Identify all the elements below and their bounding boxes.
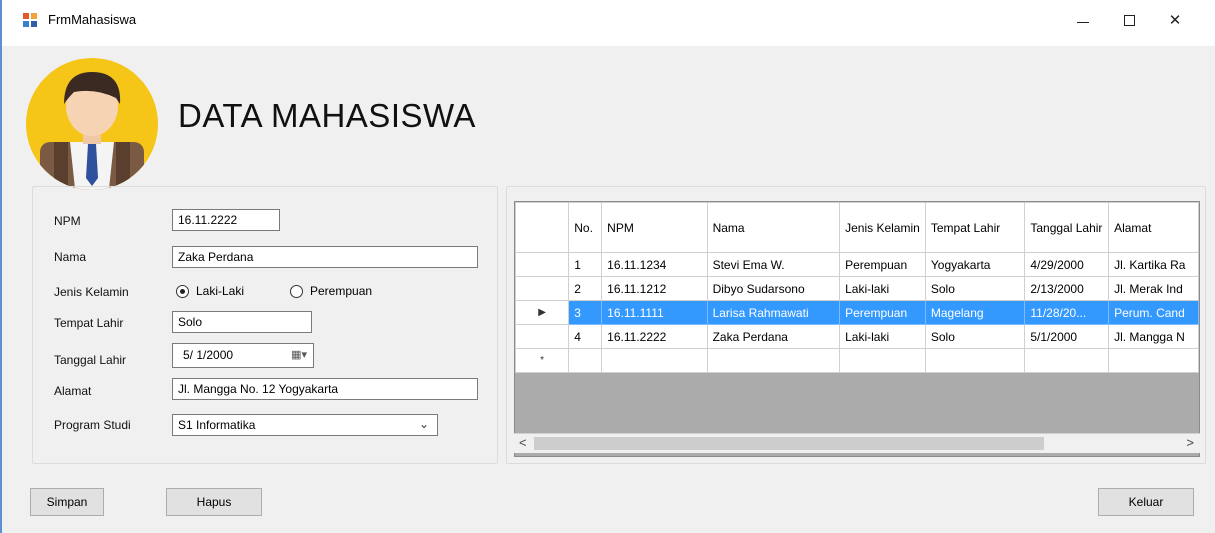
minimize-button[interactable] (1060, 0, 1106, 40)
cell-tanggal-lahir[interactable]: 2/13/2000 (1024, 276, 1110, 301)
title-bar[interactable]: FrmMahasiswa ✕ (2, 0, 1215, 46)
window-title: FrmMahasiswa (48, 12, 137, 27)
data-table: No. NPM Nama Jenis Kelamin Tempat Lahir … (515, 202, 1199, 373)
cell-npm[interactable]: 16.11.1111 (601, 300, 708, 325)
scroll-right-icon[interactable]: > (1186, 435, 1194, 450)
nama-label: Nama (54, 250, 87, 264)
radio-unchecked-icon (290, 284, 303, 298)
cell-npm[interactable] (601, 348, 708, 373)
hapus-button[interactable]: Hapus (166, 488, 262, 516)
keluar-button[interactable]: Keluar (1098, 488, 1194, 516)
radio-checked-icon (176, 284, 189, 298)
cell-jenis-kelamin[interactable]: Laki-laki (839, 324, 926, 349)
cell-no[interactable] (568, 348, 603, 373)
nama-input[interactable]: Zaka Perdana (172, 246, 478, 268)
cell-alamat[interactable]: Jl. Kartika Ra (1108, 252, 1199, 277)
row-marker[interactable] (515, 324, 570, 349)
tempat-lahir-label: Tempat Lahir (54, 316, 124, 330)
cell-tempat-lahir[interactable]: Solo (924, 276, 1026, 301)
row-marker[interactable] (515, 276, 570, 301)
maximize-button[interactable] (1106, 0, 1152, 40)
cell-tempat-lahir[interactable]: Solo (924, 324, 1026, 349)
radio-laki-laki-label: Laki-Laki (196, 284, 245, 298)
page-title: DATA MAHASISWA (178, 97, 476, 134)
scrollbar-thumb[interactable] (534, 437, 1044, 450)
cell-no[interactable]: 2 (568, 276, 603, 301)
table-header: No. NPM Nama Jenis Kelamin Tempat Lahir … (515, 202, 1199, 253)
col-header-npm[interactable]: NPM (601, 202, 708, 253)
radio-perempuan[interactable]: Perempuan (290, 284, 372, 298)
row-marker[interactable] (515, 252, 570, 277)
minimize-icon (1077, 21, 1089, 23)
close-icon: ✕ (1168, 12, 1182, 29)
cell-alamat[interactable]: Perum. Cand (1108, 300, 1199, 325)
col-header-jenis-kelamin[interactable]: Jenis Kelamin (839, 202, 926, 253)
cell-nama[interactable]: Dibyo Sudarsono (706, 276, 841, 301)
cell-alamat[interactable]: Jl. Merak Ind (1108, 276, 1199, 301)
tanggal-lahir-label: Tanggal Lahir (54, 353, 127, 367)
cell-tanggal-lahir[interactable]: 4/29/2000 (1024, 252, 1110, 277)
table-row[interactable]: 1 16.11.1234 Stevi Ema W. Perempuan Yogy… (515, 252, 1199, 277)
cell-tempat-lahir[interactable]: Yogyakarta (924, 252, 1026, 277)
col-header-nama[interactable]: Nama (706, 202, 841, 253)
tempat-lahir-input[interactable]: Solo (172, 311, 312, 333)
cell-npm[interactable]: 16.11.2222 (601, 324, 708, 349)
cell-npm[interactable]: 16.11.1234 (601, 252, 708, 277)
cell-no[interactable]: 4 (568, 324, 603, 349)
current-row-arrow-icon[interactable]: ▶ (515, 300, 570, 325)
calendar-dropdown-icon[interactable]: ▦▾ (291, 348, 307, 361)
cell-tanggal-lahir[interactable] (1024, 348, 1110, 373)
close-button[interactable]: ✕ (1152, 0, 1198, 40)
new-row[interactable]: * (515, 348, 1199, 373)
program-studi-value: S1 Informatika (178, 418, 256, 432)
table-row[interactable]: 2 16.11.1212 Dibyo Sudarsono Laki-laki S… (515, 276, 1199, 301)
cell-jenis-kelamin[interactable]: Laki-laki (839, 276, 926, 301)
alamat-input[interactable]: Jl. Mangga No. 12 Yogyakarta (172, 378, 478, 400)
jenis-kelamin-label: Jenis Kelamin (54, 285, 129, 299)
radio-perempuan-label: Perempuan (310, 284, 373, 298)
maximize-icon (1123, 14, 1135, 26)
cell-jenis-kelamin[interactable]: Perempuan (839, 252, 926, 277)
form-window: FrmMahasiswa ✕ DATA MAHASISWA NPM 16.11.… (0, 0, 1215, 533)
row-header-corner (515, 202, 570, 253)
cell-npm[interactable]: 16.11.1212 (601, 276, 708, 301)
new-row-asterisk-icon[interactable]: * (515, 348, 570, 373)
col-header-tanggal-lahir[interactable]: Tanggal Lahir (1024, 202, 1110, 253)
cell-nama[interactable]: Zaka Perdana (706, 324, 841, 349)
student-data-grid[interactable]: No. NPM Nama Jenis Kelamin Tempat Lahir … (514, 201, 1200, 457)
table-row[interactable]: 4 16.11.2222 Zaka Perdana Laki-laki Solo… (515, 324, 1199, 349)
horizontal-scrollbar[interactable]: < > (514, 433, 1200, 453)
tanggal-lahir-datepicker[interactable]: 5/ 1/2000 ▦▾ (172, 343, 314, 368)
cell-no[interactable]: 3 (568, 300, 603, 325)
cell-tanggal-lahir[interactable]: 11/28/20... (1024, 300, 1110, 325)
cell-jenis-kelamin[interactable] (839, 348, 926, 373)
npm-label: NPM (54, 214, 81, 228)
cell-nama[interactable] (706, 348, 841, 373)
cell-jenis-kelamin[interactable]: Perempuan (839, 300, 926, 325)
cell-tanggal-lahir[interactable]: 5/1/2000 (1024, 324, 1110, 349)
cell-nama[interactable]: Stevi Ema W. (706, 252, 841, 277)
alamat-label: Alamat (54, 384, 92, 398)
cell-tempat-lahir[interactable] (924, 348, 1026, 373)
simpan-button[interactable]: Simpan (30, 488, 104, 516)
col-header-tempat-lahir[interactable]: Tempat Lahir (924, 202, 1026, 253)
col-header-alamat[interactable]: Alamat (1108, 202, 1199, 253)
app-icon (23, 13, 37, 27)
student-avatar-icon (26, 58, 158, 190)
cell-tempat-lahir[interactable]: Magelang (924, 300, 1026, 325)
cell-alamat[interactable] (1108, 348, 1199, 373)
program-studi-label: Program Studi (54, 418, 131, 432)
radio-laki-laki[interactable]: Laki-Laki (176, 284, 244, 298)
tanggal-lahir-value: 5/ 1/2000 (183, 348, 234, 362)
cell-nama[interactable]: Larisa Rahmawati (706, 300, 841, 325)
col-header-no[interactable]: No. (568, 202, 603, 253)
chevron-down-icon: ⌄ (418, 417, 429, 431)
table-row-selected[interactable]: ▶ 3 16.11.1111 Larisa Rahmawati Perempua… (515, 300, 1199, 325)
cell-no[interactable]: 1 (568, 252, 603, 277)
npm-input[interactable]: 16.11.2222 (172, 209, 280, 231)
scroll-left-icon[interactable]: < (519, 435, 527, 450)
cell-alamat[interactable]: Jl. Mangga N (1108, 324, 1199, 349)
program-studi-select[interactable]: S1 Informatika ⌄ (172, 414, 438, 436)
